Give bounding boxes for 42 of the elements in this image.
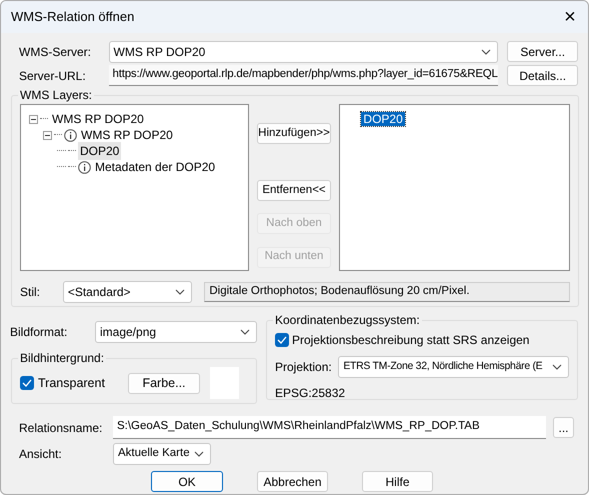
field-label: Server-URL: [18, 68, 87, 84]
dialog-button[interactable]: Abbrechen [257, 471, 328, 492]
field-label: Projektion: [275, 359, 333, 376]
info-icon [78, 160, 91, 174]
style-dropdown[interactable]: <Standard> [62, 281, 192, 303]
field-label: WMS-Server: [18, 44, 92, 60]
info-icon [64, 128, 77, 142]
collapse-icon[interactable] [43, 130, 52, 140]
description-field: Digitale Orthophotos; Bodenauflösung 20 cm/Pixel. [204, 282, 570, 302]
checkbox[interactable] [20, 376, 34, 390]
tree-item[interactable]: DOP20 [78, 142, 122, 160]
remove-button[interactable]: Entfernen<< [256, 180, 331, 202]
server-button[interactable]: Server... [507, 41, 578, 62]
collapse-icon[interactable] [29, 114, 38, 124]
details-button[interactable]: Details... [507, 65, 578, 86]
checkbox-label: Transparent [38, 374, 106, 392]
server-dropdown[interactable]: WMS RP DOP20 [108, 40, 498, 62]
relation-name-field[interactable]: S:\GeoAS_Daten_Schulung\WMS\RheinlandPfalz\WMS_RP_DOP.TAB [113, 416, 546, 439]
field-label: Relationsname: [19, 420, 104, 436]
epsg-code: EPSG:25832 [275, 385, 346, 402]
url-field[interactable]: https://www.geoportal.rlp.de/mapbender/php/wms.php?layer_id=61675&REQL [108, 65, 498, 86]
list-item[interactable]: DOP20 [361, 112, 405, 126]
field-label: Bildformat: [10, 324, 68, 341]
group-title: Koordinatenbezugssystem: [273, 312, 422, 328]
close-button[interactable]: × [560, 7, 580, 27]
field-label: Ansicht: [19, 446, 63, 463]
color-button[interactable]: Farbe... [128, 372, 200, 394]
checkbox[interactable] [275, 333, 289, 347]
tree-item[interactable]: WMS RP DOP20 [79, 126, 175, 144]
image-format-dropdown[interactable]: image/png [95, 321, 257, 343]
dialog-button[interactable]: Hilfe [362, 471, 433, 492]
projection-dropdown[interactable]: ETRS TM-Zone 32, Nördliche Hemisphäre (E [338, 356, 569, 378]
browse-button[interactable]: ... [553, 417, 574, 438]
dialog-button[interactable]: OK [151, 471, 223, 492]
tree-item[interactable]: WMS RP DOP20 [50, 110, 146, 128]
checkbox-label: Projektionsbeschreibung statt SRS anzeigen [292, 332, 530, 349]
tree-item[interactable]: Metadaten der DOP20 [93, 158, 218, 176]
window-title: WMS-Relation öffnen [11, 8, 134, 26]
field-label: Stil: [20, 284, 42, 301]
group-title: Bildhintergrund: [18, 350, 106, 366]
add-button[interactable]: Hinzufügen>> [256, 123, 331, 144]
view-dropdown[interactable]: Aktuelle Karte [113, 443, 211, 465]
